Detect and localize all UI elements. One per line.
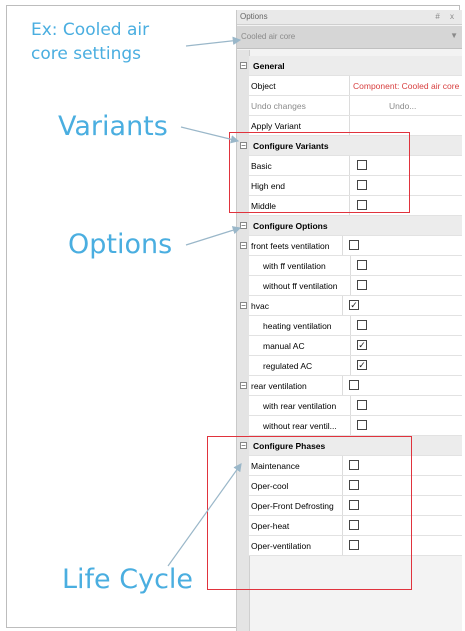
example-arrow [185, 36, 242, 47]
life-cycle-arrow [167, 463, 242, 567]
callout-arrows [167, 36, 242, 567]
options-arrow [185, 226, 242, 246]
variants-arrow [180, 126, 240, 144]
